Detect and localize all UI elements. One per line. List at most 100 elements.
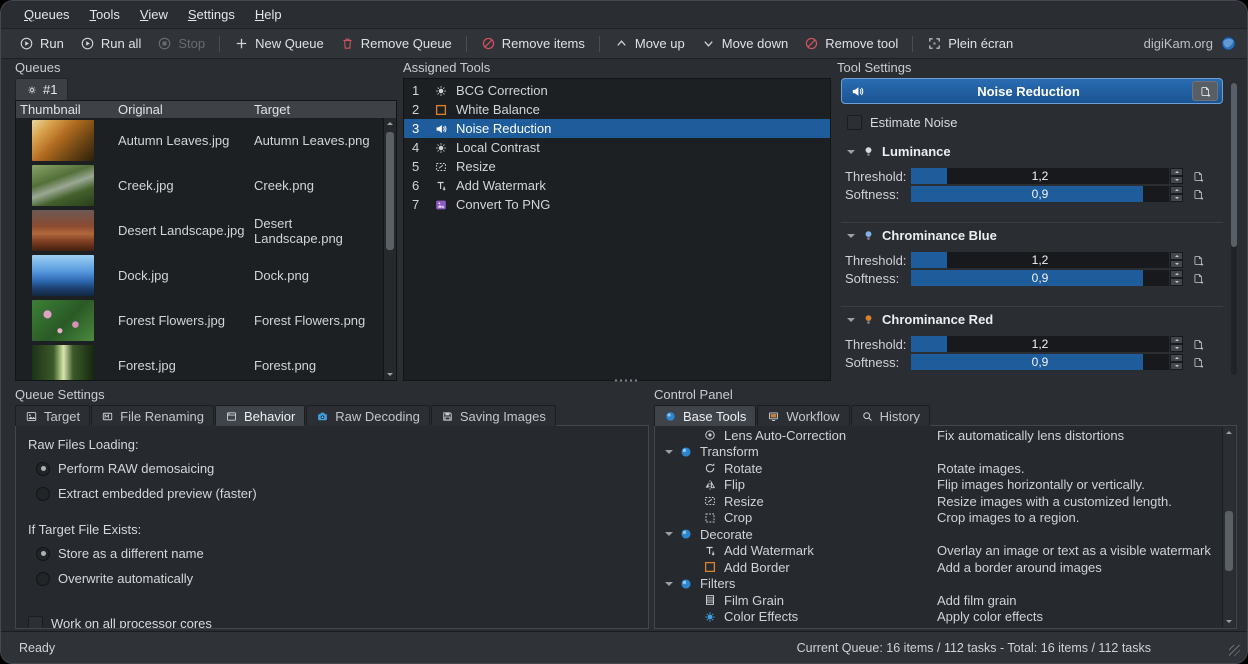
tab-saving-images[interactable]: Saving Images xyxy=(431,405,556,426)
spinbox-arrows[interactable] xyxy=(1170,336,1183,352)
assigned-tool-noise-reduction[interactable]: 3Noise Reduction xyxy=(404,119,830,138)
tab-file-renaming[interactable]: File Renaming xyxy=(91,405,214,426)
assigned-tool-convert-to-png[interactable]: 7Convert To PNG xyxy=(404,195,830,214)
scrollbar-thumb[interactable] xyxy=(1231,83,1237,247)
spin-up-icon[interactable] xyxy=(1170,354,1183,362)
spin-up-icon[interactable] xyxy=(1170,252,1183,260)
assigned-tool-bcg-correction[interactable]: 1BCG Correction xyxy=(404,81,830,100)
section-header[interactable]: Chrominance Red xyxy=(847,312,1223,327)
run-all-button[interactable]: Run all xyxy=(72,33,149,54)
spin-down-icon[interactable] xyxy=(1170,362,1183,370)
table-row[interactable]: Dock.jpgDock.png xyxy=(16,253,384,298)
param-slider[interactable]: 1,2 xyxy=(911,252,1169,268)
tree-item-resize[interactable]: ResizeResize images with a customized le… xyxy=(657,493,1223,510)
table-row[interactable]: Creek.jpgCreek.png xyxy=(16,163,384,208)
tab-workflow[interactable]: Workflow xyxy=(757,405,849,426)
section-header[interactable]: Chrominance Blue xyxy=(847,228,1223,243)
tree-item-rotate[interactable]: RotateRotate images. xyxy=(657,460,1223,477)
remove-queue-button[interactable]: Remove Queue xyxy=(332,33,460,54)
param-slider[interactable]: 0,9 xyxy=(911,270,1169,286)
spin-up-icon[interactable] xyxy=(1170,168,1183,176)
tree-item-lens-auto-correction[interactable]: Lens Auto-CorrectionFix automatically le… xyxy=(657,427,1223,444)
spinbox-arrows[interactable] xyxy=(1170,168,1183,184)
menu-item-help[interactable]: Help xyxy=(246,4,291,25)
spinbox-arrows[interactable] xyxy=(1170,354,1183,370)
tab-target[interactable]: Target xyxy=(15,405,90,426)
spin-down-icon[interactable] xyxy=(1170,344,1183,352)
resize-grip-icon[interactable] xyxy=(1229,645,1240,656)
menu-item-tools[interactable]: Tools xyxy=(81,4,129,25)
menu-item-view[interactable]: View xyxy=(131,4,177,25)
scrollbar-thumb[interactable] xyxy=(386,132,394,250)
estimate-noise-checkbox[interactable] xyxy=(847,115,862,130)
spin-up-icon[interactable] xyxy=(1170,186,1183,194)
scrollbar-thumb[interactable] xyxy=(1225,511,1233,571)
sphere-icon xyxy=(679,577,693,591)
menu-item-queues[interactable]: Queues xyxy=(15,4,79,25)
queues-scrollbar[interactable] xyxy=(383,118,396,380)
splitter-handle[interactable] xyxy=(613,378,639,383)
section-header[interactable]: Luminance xyxy=(847,144,1223,159)
cores-checkbox[interactable] xyxy=(28,616,43,629)
table-row[interactable]: Autumn Leaves.jpgAutumn Leaves.png xyxy=(16,118,384,163)
remove-items-button[interactable]: Remove items xyxy=(473,33,593,54)
table-row[interactable]: Forest Flowers.jpgForest Flowers.png xyxy=(16,298,384,343)
param-slider[interactable]: 1,2 xyxy=(911,336,1169,352)
param-slider[interactable]: 0,9 xyxy=(911,354,1169,370)
tree-item-add-watermark[interactable]: Add WatermarkOverlay an image or text as… xyxy=(657,543,1223,560)
radio-button[interactable] xyxy=(36,462,50,476)
table-row[interactable]: Forest.jpgForest.png xyxy=(16,343,384,380)
assigned-tool-resize[interactable]: 5Resize xyxy=(404,157,830,176)
tree-item-add-border[interactable]: Add BorderAdd a border around images xyxy=(657,559,1223,576)
caret-down-icon[interactable] xyxy=(665,582,673,590)
scroll-down-arrow-icon[interactable] xyxy=(1223,616,1235,627)
caret-down-icon[interactable] xyxy=(665,450,673,458)
spin-down-icon[interactable] xyxy=(1170,194,1183,202)
reset-default-icon xyxy=(1192,272,1205,285)
scroll-up-arrow-icon[interactable] xyxy=(384,118,396,129)
scroll-down-arrow-icon[interactable] xyxy=(384,369,396,380)
param-slider[interactable]: 1,2 xyxy=(911,168,1169,184)
cores-row: Work on all processor cores xyxy=(28,616,636,629)
tool-settings-scrollbar[interactable] xyxy=(1231,83,1237,375)
caret-down-icon[interactable] xyxy=(665,532,673,540)
spin-down-icon[interactable] xyxy=(1170,176,1183,184)
table-row[interactable]: Desert Landscape.jpgDesert Landscape.png xyxy=(16,208,384,253)
spinbox-arrows[interactable] xyxy=(1170,270,1183,286)
radio-button[interactable] xyxy=(36,572,50,586)
tree-group-decorate[interactable]: Decorate xyxy=(657,526,1223,543)
spin-down-icon[interactable] xyxy=(1170,278,1183,286)
fullscreen-button[interactable]: Plein écran xyxy=(919,33,1021,54)
assigned-tool-white-balance[interactable]: 2White Balance xyxy=(404,100,830,119)
tab-base-tools[interactable]: Base Tools xyxy=(654,405,756,426)
assigned-tool-add-watermark[interactable]: 6Add Watermark xyxy=(404,176,830,195)
new-queue-button[interactable]: New Queue xyxy=(226,33,332,54)
control-panel-scrollbar[interactable] xyxy=(1222,427,1235,627)
move-up-button[interactable]: Move up xyxy=(606,33,693,54)
run-button[interactable]: Run xyxy=(11,33,72,54)
spinbox-arrows[interactable] xyxy=(1170,186,1183,202)
assigned-tool-local-contrast[interactable]: 4Local Contrast xyxy=(404,138,830,157)
tree-group-transform[interactable]: Transform xyxy=(657,444,1223,461)
tab-behavior[interactable]: Behavior xyxy=(215,405,305,426)
param-slider[interactable]: 0,9 xyxy=(911,186,1169,202)
tree-item-flip[interactable]: FlipFlip images horizontally or vertical… xyxy=(657,477,1223,494)
spin-up-icon[interactable] xyxy=(1170,270,1183,278)
spin-down-icon[interactable] xyxy=(1170,260,1183,268)
spin-up-icon[interactable] xyxy=(1170,336,1183,344)
queue-tab-1[interactable]: #1 xyxy=(15,78,68,100)
tool-reset-button[interactable] xyxy=(1192,81,1218,101)
move-down-button[interactable]: Move down xyxy=(693,33,796,54)
tree-group-filters[interactable]: Filters xyxy=(657,576,1223,593)
tree-item-crop[interactable]: CropCrop images to a region. xyxy=(657,510,1223,527)
tab-history[interactable]: History xyxy=(851,405,930,426)
radio-button[interactable] xyxy=(36,547,50,561)
menu-item-settings[interactable]: Settings xyxy=(179,4,244,25)
tab-raw-decoding[interactable]: Raw Decoding xyxy=(306,405,430,426)
spinbox-arrows[interactable] xyxy=(1170,252,1183,268)
tree-item-film-grain[interactable]: Film GrainAdd film grain xyxy=(657,592,1223,609)
scroll-up-arrow-icon[interactable] xyxy=(1223,427,1235,438)
tree-item-color-effects[interactable]: Color EffectsApply color effects xyxy=(657,609,1223,626)
remove-tool-button[interactable]: Remove tool xyxy=(796,33,906,54)
radio-button[interactable] xyxy=(36,487,50,501)
